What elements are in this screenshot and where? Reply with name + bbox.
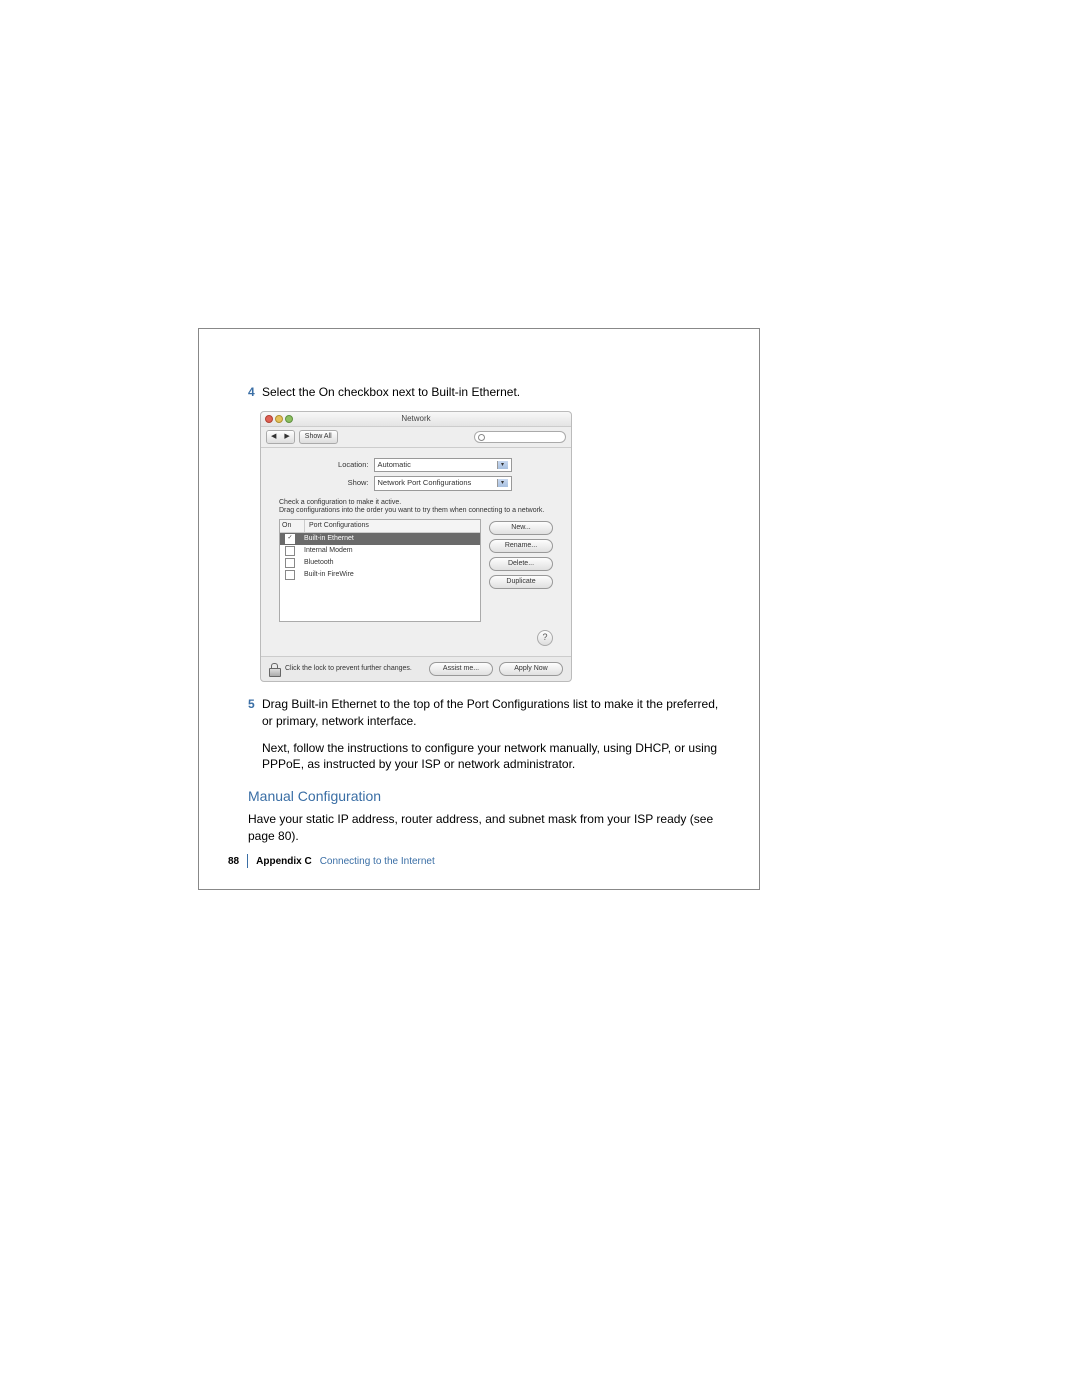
paragraph-manual: Have your static IP address, router addr… (248, 811, 728, 845)
help-button[interactable]: ? (537, 630, 553, 646)
section-heading: Manual Configuration (248, 787, 728, 807)
show-label: Show: (321, 478, 369, 489)
step-5: 5 Drag Built-in Ethernet to the top of t… (248, 696, 728, 730)
col-name: Port Configurations (305, 520, 480, 532)
chapter-title: Connecting to the Internet (320, 856, 435, 867)
window-title: Network (261, 413, 571, 424)
step-4: 4 Select the On checkbox next to Built-i… (248, 384, 728, 401)
step-text: Drag Built-in Ethernet to the top of the… (262, 696, 728, 730)
paragraph-next: Next, follow the instructions to configu… (262, 740, 728, 774)
nav-back-forward[interactable]: ◀ ▶ (266, 430, 295, 444)
port-config-list[interactable]: On Port Configurations ✓ Built-in Etherne… (279, 519, 481, 622)
step-number: 5 (248, 696, 262, 730)
lock-icon[interactable] (269, 663, 279, 675)
on-checkbox[interactable] (285, 570, 295, 580)
rename-button[interactable]: Rename... (489, 539, 553, 553)
show-value: Network Port Configurations (378, 478, 472, 489)
toolbar: ◀ ▶ Show All (261, 427, 571, 448)
list-item[interactable]: Built-in FireWire (280, 569, 480, 581)
page-footer: 88 Appendix C Connecting to the Internet (228, 854, 435, 868)
instructions-text: Check a configuration to make it active.… (279, 499, 553, 516)
forward-icon[interactable]: ▶ (280, 431, 293, 443)
new-button[interactable]: New... (489, 521, 553, 535)
page-number: 88 (228, 856, 239, 867)
on-checkbox[interactable] (285, 546, 295, 556)
location-value: Automatic (378, 460, 411, 471)
back-icon[interactable]: ◀ (267, 431, 280, 443)
location-dropdown[interactable]: Automatic ▾ (374, 458, 512, 473)
appendix-label: Appendix C (256, 856, 312, 867)
dropdown-arrow-icon: ▾ (497, 479, 508, 487)
port-name: Internal Modem (300, 545, 480, 557)
assist-button[interactable]: Assist me... (429, 662, 493, 676)
show-dropdown[interactable]: Network Port Configurations ▾ (374, 476, 512, 491)
list-item[interactable]: Bluetooth (280, 557, 480, 569)
dropdown-arrow-icon: ▾ (497, 461, 508, 469)
port-name: Built-in FireWire (300, 569, 480, 581)
location-label: Location: (321, 460, 369, 471)
list-item[interactable]: ✓ Built-in Ethernet (280, 533, 480, 545)
delete-button[interactable]: Delete... (489, 557, 553, 571)
step-text: Select the On checkbox next to Built-in … (262, 384, 728, 401)
on-checkbox[interactable] (285, 558, 295, 568)
apply-button[interactable]: Apply Now (499, 662, 563, 676)
show-all-button[interactable]: Show All (299, 430, 338, 444)
port-name: Bluetooth (300, 557, 480, 569)
step-number: 4 (248, 384, 262, 401)
col-on: On (280, 520, 305, 532)
list-header: On Port Configurations (280, 520, 480, 533)
duplicate-button[interactable]: Duplicate (489, 575, 553, 589)
lock-text: Click the lock to prevent further change… (285, 664, 412, 674)
on-checkbox[interactable]: ✓ (285, 534, 295, 544)
titlebar: Network (261, 412, 571, 427)
port-name: Built-in Ethernet (300, 533, 480, 545)
network-pref-window: Network ◀ ▶ Show All Location: Automatic… (260, 411, 572, 682)
footer-divider (247, 854, 248, 868)
list-item[interactable]: Internal Modem (280, 545, 480, 557)
search-input[interactable] (474, 431, 566, 443)
